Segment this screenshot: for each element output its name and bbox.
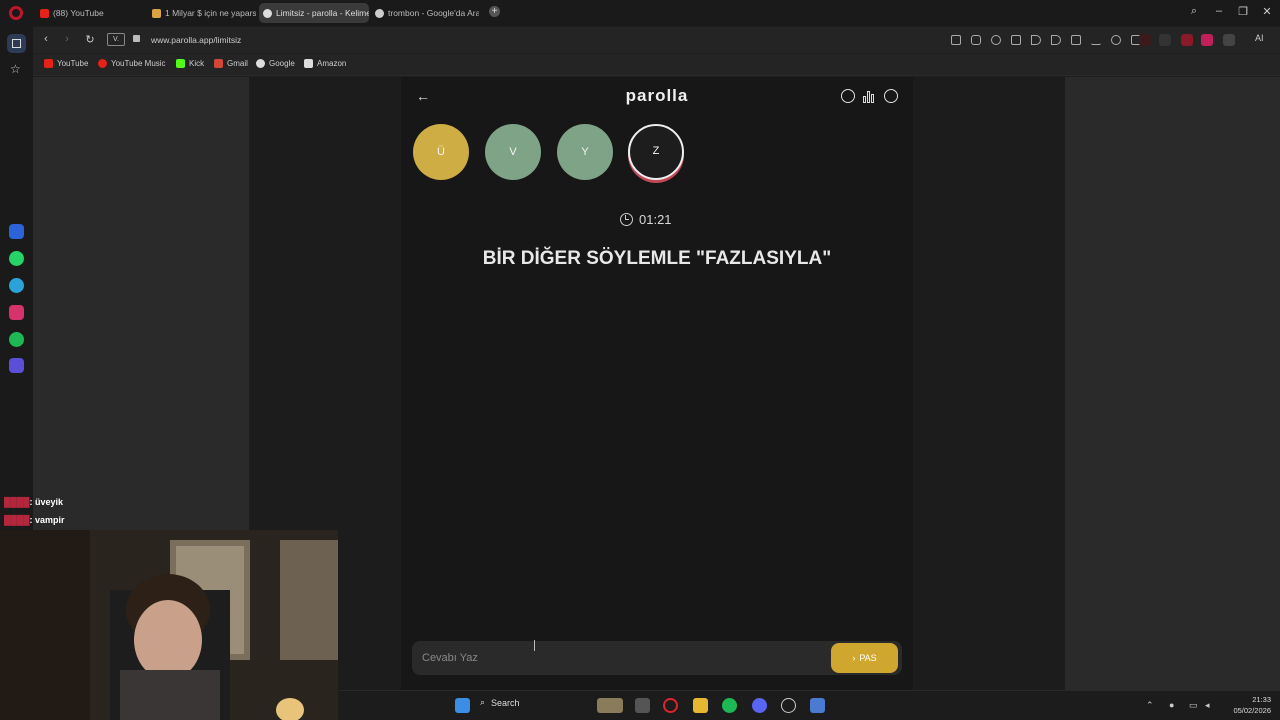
player-sidebar-icon[interactable] — [9, 358, 24, 373]
tab-milyar[interactable]: 1 Milyar $ için ne yaparsın — [148, 3, 256, 23]
amazon-icon — [304, 59, 313, 68]
task-view-icon[interactable] — [635, 698, 650, 713]
answer-bar: › PAS — [412, 641, 902, 675]
question-text: BİR DİĞER SÖYLEMLE "FAZLASIYLA" — [482, 248, 832, 269]
lock-icon[interactable] — [133, 35, 140, 42]
extension-dark-icon[interactable] — [1159, 34, 1171, 46]
google-icon — [256, 59, 265, 68]
chat-line: ████: vampir — [4, 515, 65, 525]
timer-value: 01:21 — [639, 212, 672, 227]
bookmarks-bar: YouTube YouTube Music Kick Gmail Google … — [33, 54, 1280, 76]
kick-icon — [176, 59, 185, 68]
tab-youtube[interactable]: (88) YouTube — [36, 3, 144, 23]
url-field[interactable]: www.parolla.app/limitsiz — [151, 35, 241, 45]
vpn-badge[interactable]: V. — [107, 33, 125, 46]
letter-bubble-u: Ü — [413, 124, 469, 180]
calculator-icon[interactable] — [810, 698, 825, 713]
pass-label: PAS — [859, 653, 877, 663]
timer: 01:21 — [620, 212, 696, 227]
spotify-icon[interactable] — [9, 332, 24, 347]
easy-setup-icon[interactable] — [1011, 35, 1021, 45]
back-icon[interactable]: ‹ — [39, 33, 53, 45]
minimize-icon[interactable]: – — [1211, 5, 1227, 17]
extension-heart-icon[interactable] — [1181, 34, 1193, 46]
address-bar: ‹ › ↻ V. www.parolla.app/limitsiz AI — [33, 27, 1280, 53]
windows-start-icon[interactable] — [455, 698, 470, 713]
clock-app-icon[interactable] — [781, 698, 796, 713]
discord-icon[interactable] — [752, 698, 767, 713]
star-icon[interactable]: ☆ — [10, 62, 21, 76]
back-arrow-icon[interactable]: ← — [416, 88, 430, 104]
edit-icon[interactable] — [951, 35, 961, 45]
info-icon[interactable] — [841, 89, 855, 103]
search-icon: ⌕ — [480, 697, 486, 707]
tray-chevron-icon[interactable]: ⌃ — [1146, 700, 1154, 711]
profile-icon[interactable] — [884, 89, 898, 103]
home-icon[interactable] — [7, 34, 26, 53]
taskbar-search[interactable]: ⌕ Search — [480, 697, 520, 708]
telegram-icon[interactable] — [9, 278, 24, 293]
text-cursor-icon — [534, 640, 538, 651]
extension-red-icon[interactable] — [1139, 34, 1151, 46]
heart-icon[interactable] — [1111, 35, 1121, 45]
ai-button[interactable]: AI — [1255, 33, 1264, 43]
bookmark-google[interactable]: Google — [256, 59, 295, 68]
messenger-icon[interactable] — [9, 224, 24, 239]
download-icon[interactable] — [1071, 35, 1081, 45]
new-tab-plus-icon[interactable]: + — [489, 6, 500, 17]
youtube-music-icon — [98, 59, 107, 68]
letter-bubble-v: V — [485, 124, 541, 180]
microphone-icon[interactable]: ● — [1169, 700, 1174, 710]
opera-icon[interactable] — [663, 698, 678, 713]
bookmark-youtube-music[interactable]: YouTube Music — [98, 59, 166, 68]
parolla-logo[interactable]: parolla — [560, 86, 754, 106]
reload-icon[interactable]: ↻ — [83, 33, 97, 46]
tab-parolla[interactable]: Limitsiz - parolla - Kelime — [259, 3, 369, 23]
camera-icon[interactable] — [971, 35, 981, 45]
bookmark-amazon[interactable]: Amazon — [304, 59, 346, 68]
restore-icon[interactable]: ❐ — [1235, 5, 1251, 18]
spotify-taskbar-icon[interactable] — [722, 698, 737, 713]
extension-pink-icon[interactable] — [1201, 34, 1213, 46]
forward-icon[interactable]: › — [60, 33, 74, 45]
stats-icon[interactable] — [863, 90, 876, 103]
video-favicon-icon — [152, 8, 161, 18]
extension-cube-icon[interactable] — [1223, 34, 1235, 46]
tab-google[interactable]: trombon - Google'da Ara — [371, 3, 479, 23]
youtube-icon — [44, 59, 53, 68]
youtube-favicon-icon — [40, 8, 49, 18]
clock-icon — [620, 213, 633, 226]
windows-taskbar: ⌕ Search ⌃ ● ▭ ◂ 21:33 05/02/2026 — [339, 690, 1280, 720]
send-icon[interactable] — [1051, 35, 1061, 45]
shield-icon[interactable] — [991, 35, 1001, 45]
player-icon[interactable] — [1031, 35, 1041, 45]
google-favicon-icon — [375, 8, 384, 18]
chat-line: ████: üveyik — [4, 497, 64, 507]
network-icon[interactable]: ▭ — [1189, 700, 1198, 711]
widgets-icon[interactable] — [597, 698, 623, 713]
chevron-right-icon: › — [852, 653, 856, 663]
answer-input[interactable] — [422, 649, 822, 667]
bookmark-gmail[interactable]: Gmail — [214, 59, 248, 68]
letter-bubble-z-current: Z — [628, 124, 684, 180]
system-clock[interactable]: 21:33 05/02/2026 — [1219, 694, 1271, 716]
search-tabs-icon[interactable]: ⌕ — [1186, 5, 1202, 18]
bookmark-kick[interactable]: Kick — [176, 59, 204, 68]
close-window-icon[interactable]: ✕ — [1259, 5, 1275, 18]
whatsapp-icon[interactable] — [9, 251, 24, 266]
file-explorer-icon[interactable] — [693, 698, 708, 713]
bookmark-youtube[interactable]: YouTube — [44, 59, 88, 68]
letter-bubble-y: Y — [557, 124, 613, 180]
gmail-icon — [214, 59, 223, 68]
pass-button[interactable]: › PAS — [831, 643, 898, 673]
parolla-favicon-icon — [263, 8, 272, 18]
instagram-icon[interactable] — [9, 305, 24, 320]
menu-icon[interactable] — [1091, 35, 1101, 45]
webcam-feed — [0, 530, 338, 720]
opera-menu-icon[interactable] — [9, 6, 23, 20]
tab-bar: (88) YouTube 1 Milyar $ için ne yaparsın… — [0, 0, 1280, 26]
volume-icon[interactable]: ◂ — [1205, 700, 1210, 711]
